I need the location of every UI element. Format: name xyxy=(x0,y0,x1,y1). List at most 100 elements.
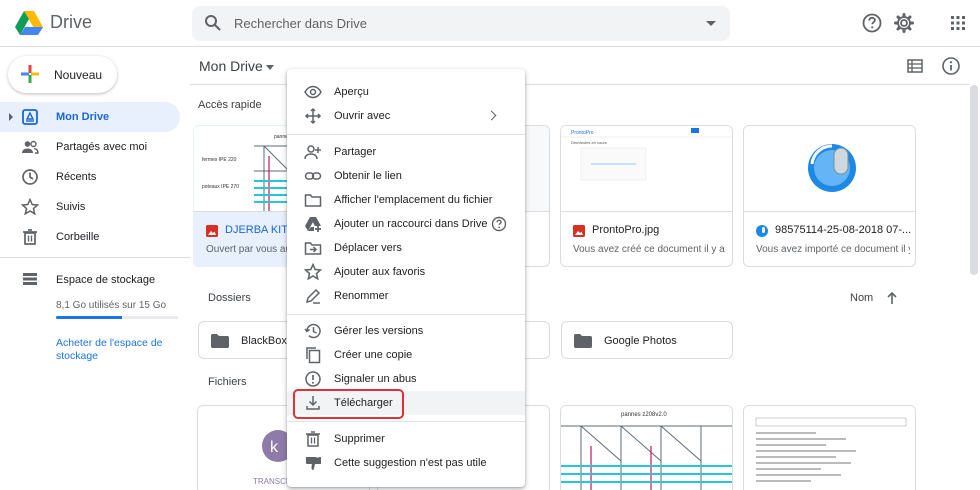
sidebar-item-trash[interactable]: Corbeille xyxy=(0,222,180,252)
menu-item-label: Obtenir le lien xyxy=(334,170,402,182)
buy-storage-link[interactable]: Acheter de l'espace de stockage xyxy=(56,337,176,363)
sidebar-item-label: Corbeille xyxy=(56,231,100,243)
menu-item-make-copy[interactable]: Créer une copie xyxy=(287,343,525,367)
menu-item-manage-versions[interactable]: Gérer les versions xyxy=(287,319,525,343)
search-input[interactable]: Rechercher dans Drive xyxy=(234,16,367,31)
settings-icon[interactable] xyxy=(893,12,915,34)
quick-access-card[interactable]: 98575114-25-08-2018 07-... Vous avez imp… xyxy=(743,125,916,267)
file-name: ProntoPro.jpg xyxy=(592,224,660,236)
storage-progress-fill xyxy=(56,316,122,319)
menu-item-not-useful[interactable]: Cette suggestion n'est pas utile xyxy=(287,451,525,475)
copy-icon xyxy=(306,347,321,364)
chevron-right-icon xyxy=(486,110,497,121)
audio-file-thumbnail xyxy=(808,144,856,192)
search-options-dropdown-icon[interactable] xyxy=(706,21,716,26)
menu-item-label: Ajouter aux favoris xyxy=(334,266,426,278)
trash-icon xyxy=(306,431,320,447)
plus-icon xyxy=(21,65,39,83)
menu-item-add-to-starred[interactable]: Ajouter aux favoris xyxy=(287,260,525,284)
menu-item-show-location[interactable]: Afficher l'emplacement du fichier xyxy=(287,188,525,212)
help-icon[interactable] xyxy=(491,216,507,232)
new-button[interactable]: Nouveau xyxy=(8,56,117,93)
thumb-label-pannes-2: pannes z208v2.0 xyxy=(621,412,667,418)
menu-item-add-shortcut[interactable]: Ajouter un raccourci dans Drive xyxy=(287,212,525,236)
sidebar-item-label: Partagés avec moi xyxy=(56,141,148,153)
folder-icon xyxy=(304,194,322,207)
file-card[interactable]: pannes z208v2.0 xyxy=(560,405,733,490)
file-card[interactable] xyxy=(743,405,916,490)
link-icon xyxy=(304,172,322,180)
sidebar-item-starred[interactable]: Suivis xyxy=(0,192,180,222)
sidebar-item-label: Mon Drive xyxy=(56,111,110,123)
chevron-down-icon[interactable] xyxy=(266,65,274,70)
arrow-up-icon[interactable] xyxy=(886,291,898,305)
star-icon xyxy=(304,263,322,281)
svg-text:k: k xyxy=(270,439,279,456)
menu-separator xyxy=(287,421,525,422)
new-button-label: Nouveau xyxy=(54,68,103,82)
folder-name: BlackBox xyxy=(241,335,287,347)
sidebar-item-shared[interactable]: Partagés avec moi xyxy=(0,132,180,162)
menu-item-open-with[interactable]: Ouvrir avec xyxy=(287,104,525,128)
apps-grid-icon[interactable] xyxy=(947,12,969,34)
scrollbar[interactable] xyxy=(970,85,978,275)
expand-caret-icon[interactable] xyxy=(9,113,13,121)
drive-shortcut-icon xyxy=(305,217,321,232)
menu-separator xyxy=(287,314,525,315)
menu-item-label: Créer une copie xyxy=(334,349,413,361)
menu-item-rename[interactable]: Renommer xyxy=(287,284,525,308)
menu-item-label: Aperçu xyxy=(334,86,369,98)
page-title[interactable]: Mon Drive xyxy=(199,58,263,74)
my-drive-icon xyxy=(22,109,38,125)
thumb-label-poteaux: poteaux IPE 270 xyxy=(202,184,239,190)
menu-item-label: Renommer xyxy=(334,290,389,302)
file-activity: Vous avez créé ce document il y a ... xyxy=(573,244,727,255)
list-view-icon[interactable] xyxy=(906,57,924,75)
shared-icon xyxy=(22,140,39,154)
menu-item-label: Déplacer vers xyxy=(334,242,402,254)
history-icon xyxy=(304,323,321,339)
files-heading: Fichiers xyxy=(208,376,247,388)
image-file-icon xyxy=(573,225,585,237)
menu-item-share[interactable]: Partager xyxy=(287,140,525,164)
folder-icon xyxy=(574,334,592,348)
sidebar-item-recent[interactable]: Récents xyxy=(0,162,180,192)
menu-item-move-to[interactable]: Déplacer vers xyxy=(287,236,525,260)
menu-item-preview[interactable]: Aperçu xyxy=(287,80,525,104)
storage-icon[interactable] xyxy=(21,270,39,288)
app-name[interactable]: Drive xyxy=(50,12,92,33)
star-icon xyxy=(21,198,39,216)
sidebar-item-label: Récents xyxy=(56,171,97,183)
menu-item-label: Afficher l'emplacement du fichier xyxy=(334,194,493,206)
move-arrows-icon xyxy=(304,107,322,125)
menu-item-label: Partager xyxy=(334,146,377,158)
menu-item-report-abuse[interactable]: Signaler un abus xyxy=(287,367,525,391)
folder-card[interactable]: Google Photos xyxy=(561,321,733,359)
menu-item-label: Ouvrir avec xyxy=(334,110,391,122)
quick-access-card[interactable]: ProntoPro Demandes en cours ProntoPro.jp… xyxy=(560,125,733,267)
menu-item-get-link[interactable]: Obtenir le lien xyxy=(287,164,525,188)
document-thumbnail xyxy=(744,406,915,490)
sort-by-name-button[interactable]: Nom xyxy=(850,292,873,304)
search-icon[interactable] xyxy=(204,14,222,32)
storage-label[interactable]: Espace de stockage xyxy=(56,274,155,286)
top-bar: Drive Rechercher dans Drive xyxy=(0,0,980,47)
thumb-label-fermes: fermes IPE 220 xyxy=(202,157,237,163)
help-icon[interactable] xyxy=(861,12,883,34)
menu-item-delete[interactable]: Supprimer xyxy=(287,427,525,451)
drive-logo-icon[interactable] xyxy=(15,10,43,36)
search-bar[interactable]: Rechercher dans Drive xyxy=(192,6,730,41)
info-icon[interactable] xyxy=(941,56,961,76)
eye-icon xyxy=(304,85,322,99)
add-person-icon xyxy=(304,145,321,160)
file-thumbnail xyxy=(744,126,915,212)
sidebar-item-label: Suivis xyxy=(56,201,86,213)
file-thumbnail: ProntoPro Demandes en cours xyxy=(561,126,732,212)
quick-access-heading: Accès rapide xyxy=(198,99,262,111)
storage-progress-bar xyxy=(56,316,178,319)
highlight-annotation-box xyxy=(293,389,404,419)
context-menu: Aperçu Ouvrir avec Partager Obtenir le l… xyxy=(287,69,525,487)
sidebar-item-my-drive[interactable]: Mon Drive xyxy=(0,102,180,132)
file-name: 98575114-25-08-2018 07-... xyxy=(775,224,911,236)
prontopro-thumbnail: ProntoPro Demandes en cours xyxy=(561,126,732,211)
